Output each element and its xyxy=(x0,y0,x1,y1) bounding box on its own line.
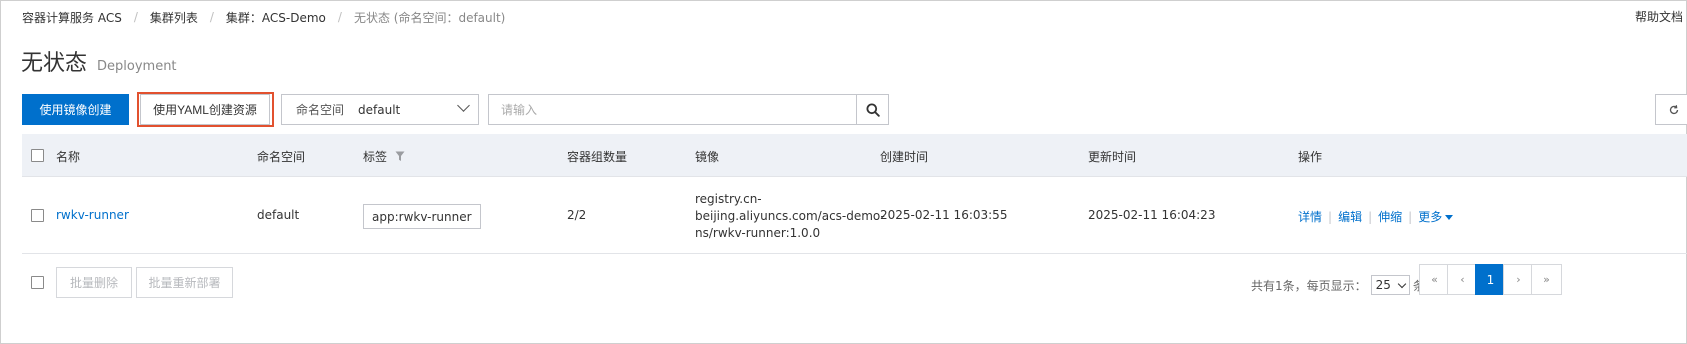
column-header-name: 名称 xyxy=(56,150,81,164)
breadcrumb-separator: / xyxy=(209,10,214,24)
breadcrumb-item-cluster-list[interactable]: 集群列表 xyxy=(150,9,198,26)
search-input[interactable] xyxy=(488,94,856,125)
more-dropdown-label: 更多 xyxy=(1418,210,1443,224)
column-header-label-text: 标签 xyxy=(363,150,388,164)
first-page-button[interactable]: « xyxy=(1419,264,1450,295)
pagination-info: 共有1条，每页显示： 25 条 xyxy=(1251,275,1425,295)
row-pod-count: 2/2 xyxy=(567,208,587,222)
table-header: 名称 命名空间 标签 容器组数量 镜像 创建时间 更新时间 操作 xyxy=(22,134,1687,177)
filter-icon[interactable] xyxy=(395,151,405,162)
search-button[interactable] xyxy=(856,94,889,125)
page-size-select[interactable]: 25 xyxy=(1370,275,1410,295)
refresh-icon xyxy=(1669,104,1679,114)
breadcrumb-current: 无状态 (命名空间：default) xyxy=(353,10,506,25)
page-subtitle: Deployment xyxy=(97,59,177,74)
action-divider: | xyxy=(1368,209,1373,224)
column-header-image: 镜像 xyxy=(695,150,720,164)
column-header-created-time: 创建时间 xyxy=(880,150,929,164)
breadcrumb-item-cluster[interactable]: 集群：ACS-Demo xyxy=(226,9,326,26)
refresh-button[interactable] xyxy=(1655,94,1687,125)
action-divider: | xyxy=(1328,209,1333,224)
help-docs-link[interactable]: 帮助文档 xyxy=(1635,8,1687,25)
batch-redeploy-button[interactable]: 批量重新部署 xyxy=(136,267,233,298)
caret-down-icon xyxy=(1445,215,1454,220)
deployment-name-link[interactable]: rwkv-runner xyxy=(56,208,129,222)
column-header-namespace: 命名空间 xyxy=(257,150,306,164)
label-tag: app:rwkv-runner xyxy=(363,204,481,229)
row-image: registry.cn- beijing.aliyuncs.com/acs-de… xyxy=(695,191,885,242)
page-1-button[interactable]: 1 xyxy=(1475,264,1506,295)
chevron-down-icon xyxy=(457,99,470,112)
pagination-total-text: 共有1条，每页显示： xyxy=(1251,278,1367,293)
chevron-down-icon xyxy=(1397,279,1407,288)
details-link[interactable]: 详情 xyxy=(1298,208,1322,225)
prev-page-button[interactable]: ‹ xyxy=(1447,264,1478,295)
breadcrumb-separator: / xyxy=(133,10,138,24)
table-row: rwkv-runner default app:rwkv-runner 2/2 … xyxy=(22,178,1687,254)
batch-delete-button[interactable]: 批量删除 xyxy=(56,267,132,298)
namespace-select-label: 命名空间 xyxy=(296,103,345,117)
page-title-text: 无状态 xyxy=(21,51,88,76)
row-updated-time: 2025-02-11 16:04:23 xyxy=(1088,208,1216,222)
create-from-image-button[interactable]: 使用镜像创建 xyxy=(22,94,129,125)
edit-link[interactable]: 编辑 xyxy=(1338,208,1362,225)
column-header-label: 标签 xyxy=(363,148,405,165)
row-actions: 详情 | 编辑 | 伸缩 | 更多 xyxy=(1298,208,1454,225)
next-page-button[interactable]: › xyxy=(1503,264,1534,295)
row-image-line: registry.cn- xyxy=(695,192,762,206)
namespace-select[interactable]: 命名空间 default xyxy=(281,94,479,125)
create-from-yaml-button[interactable]: 使用YAML创建资源 xyxy=(140,94,270,125)
row-namespace: default xyxy=(257,208,300,222)
search-icon xyxy=(866,103,880,117)
breadcrumb: 容器计算服务 ACS / 集群列表 / 集群：ACS-Demo / 无状态 (命… xyxy=(22,8,505,26)
scale-link[interactable]: 伸缩 xyxy=(1378,208,1402,225)
page-title: 无状态 Deployment xyxy=(21,45,177,77)
column-header-pod-count: 容器组数量 xyxy=(567,150,628,164)
page-size-value: 25 xyxy=(1375,278,1391,292)
action-divider: | xyxy=(1408,209,1413,224)
breadcrumb-separator: / xyxy=(337,10,342,24)
row-image-line: ns/rwkv-runner:1.0.0 xyxy=(695,226,821,240)
select-all-checkbox[interactable] xyxy=(31,149,44,162)
namespace-select-value: default xyxy=(358,102,401,117)
more-dropdown[interactable]: 更多 xyxy=(1418,208,1454,225)
column-header-updated-time: 更新时间 xyxy=(1088,150,1137,164)
row-checkbox[interactable] xyxy=(31,209,44,222)
footer-select-all-checkbox[interactable] xyxy=(31,276,44,289)
last-page-button[interactable]: » xyxy=(1531,264,1562,295)
row-created-time: 2025-02-11 16:03:55 xyxy=(880,208,1008,222)
breadcrumb-item-acs[interactable]: 容器计算服务 ACS xyxy=(22,9,122,26)
column-header-actions: 操作 xyxy=(1298,150,1323,164)
row-image-line: beijing.aliyuncs.com/acs-demo- xyxy=(695,209,885,223)
